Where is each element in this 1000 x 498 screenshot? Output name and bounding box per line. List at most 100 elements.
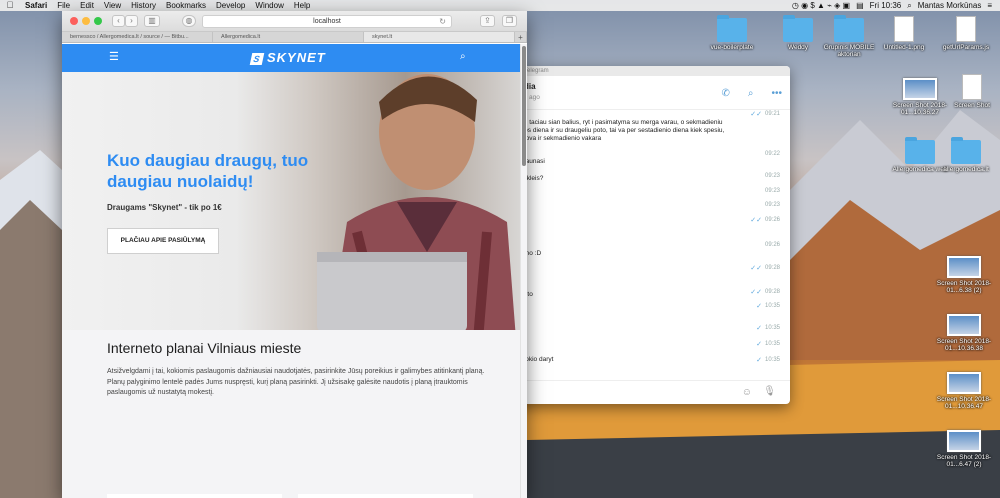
message-time: ✓ 10:35 xyxy=(756,341,780,348)
zoom-button[interactable] xyxy=(94,17,102,25)
message-text: ono :D xyxy=(522,250,542,257)
more-icon[interactable]: ••• xyxy=(771,88,782,99)
image-file-icon xyxy=(894,16,914,42)
hamburger-menu-icon[interactable]: ☰ xyxy=(109,52,119,63)
sidebar-toggle-icon[interactable]: ▥ xyxy=(144,15,160,27)
desktop-screenshot-3[interactable]: Screen Shot 2018-01...6.38 (2) xyxy=(932,256,996,294)
skynet-logo[interactable]: S SKYNET xyxy=(249,50,326,65)
message-text: u to xyxy=(522,291,533,298)
read-check-icon: ✓✓ xyxy=(750,265,762,272)
message-time: 09:23 xyxy=(764,173,780,179)
menu-bookmarks[interactable]: Bookmarks xyxy=(161,0,211,11)
chat-header: dia s ago ✆ ⌕ ••• xyxy=(510,76,790,110)
tabs-overview-icon[interactable]: ❐ xyxy=(502,15,517,27)
message-time: ✓ 10:35 xyxy=(756,303,780,310)
desktop-file-untitled[interactable]: Untitled-1.png xyxy=(872,16,936,51)
menu-help[interactable]: Help xyxy=(289,0,315,11)
new-tab-button[interactable]: + xyxy=(515,32,527,42)
menu-edit[interactable]: Edit xyxy=(75,0,99,11)
user-name[interactable]: Mantas Morkūnas xyxy=(918,0,982,11)
telegram-window: Telegram dia s ago ✆ ⌕ ••• ✓✓ 09:21 e, ta… xyxy=(510,66,790,404)
address-bar[interactable]: localhost ↻ xyxy=(202,15,452,28)
scrollbar-thumb[interactable] xyxy=(522,46,526,166)
message-time: 09:23 xyxy=(764,188,780,194)
message-text: itokio daryt xyxy=(522,356,554,363)
minimize-button[interactable] xyxy=(82,17,90,25)
desktop-screenshot-6[interactable]: Screen Shot 2018-01...6.47 (2) xyxy=(932,430,996,468)
screenshot-thumbnail-icon xyxy=(947,256,981,278)
menu-history[interactable]: History xyxy=(126,0,161,11)
telegram-title: Telegram xyxy=(510,66,790,76)
menu-window[interactable]: Window xyxy=(250,0,288,11)
emoji-icon[interactable]: ☺ xyxy=(742,387,752,398)
tab-bitbucket[interactable]: bernessco / Allergomedica.lt / source / … xyxy=(62,32,213,42)
safari-window: ‹ › ▥ ◍ localhost ↻ ⇪ ❐ bernessco / Alle… xyxy=(62,11,527,498)
list-icon[interactable]: ≡ xyxy=(987,0,992,11)
read-check-icon: ✓ xyxy=(756,357,762,364)
screenshot-thumbnail-icon xyxy=(962,74,982,100)
phone-icon[interactable]: ✆ xyxy=(721,88,729,99)
message-time: ✓✓ 09:28 xyxy=(750,289,780,296)
more-about-offer-button[interactable]: PLAČIAU APIE PASIŪLYMĄ xyxy=(107,228,219,254)
message-time: ✓✓ 09:21 xyxy=(750,111,780,118)
folder-icon xyxy=(834,15,864,42)
message-time: ✓✓ 09:28 xyxy=(750,265,780,272)
menu-view[interactable]: View xyxy=(99,0,126,11)
message-text: e, taciau sian balius, ryt i pasimatyma … xyxy=(522,119,725,142)
screenshot-thumbnail-icon xyxy=(947,372,981,394)
menu-bar:  Safari File Edit View History Bookmark… xyxy=(0,0,1000,11)
plan-card[interactable] xyxy=(298,494,473,498)
plan-card[interactable] xyxy=(107,494,282,498)
js-file-icon xyxy=(956,16,976,42)
folder-icon xyxy=(905,137,935,164)
tab-bar: bernessco / Allergomedica.lt / source / … xyxy=(62,32,527,43)
screenshot-thumbnail-icon xyxy=(947,314,981,336)
reload-icon[interactable]: ↻ xyxy=(439,16,446,28)
hero-banner: Kuo daugiau draugų, tuo daugiau nuolaidų… xyxy=(62,72,520,330)
page-scrollbar[interactable] xyxy=(520,44,527,498)
read-check-icon: ✓✓ xyxy=(750,289,762,296)
message-time: 09:22 xyxy=(764,151,780,157)
menu-file[interactable]: File xyxy=(52,0,75,11)
tab-skynet[interactable]: skynet.lt xyxy=(364,32,515,42)
search-icon[interactable]: ⌕ xyxy=(748,88,754,99)
read-check-icon: ✓ xyxy=(756,325,762,332)
message-composer[interactable]: ☺ 🎙 xyxy=(510,380,790,404)
desktop-screenshot-4[interactable]: Screen Shot 2018-01...10.36.38 xyxy=(932,314,996,352)
status-icons[interactable]: ◷ ◉ $ ▲ ⌁ ◈ ▣ xyxy=(792,0,850,11)
search-icon[interactable]: ⌕ xyxy=(907,0,911,11)
desktop-screenshot-5[interactable]: Screen Shot 2018-01...10.36.47 xyxy=(932,372,996,410)
window-controls xyxy=(70,17,102,25)
safari-toolbar: ‹ › ▥ ◍ localhost ↻ ⇪ ❐ xyxy=(62,11,527,32)
hero-photo-person xyxy=(317,74,516,330)
desktop-screenshot-2[interactable]: Screen Shot xyxy=(940,74,1000,109)
skynet-logo-mark-icon: S xyxy=(249,53,265,65)
forward-button[interactable]: › xyxy=(125,15,138,27)
extension-icon[interactable]: ◍ xyxy=(182,15,196,27)
desktop-file-geturlparams[interactable]: getUrlParams.js xyxy=(934,16,998,51)
message-time: ✓ 10:35 xyxy=(756,325,780,332)
clock[interactable]: Fri 10:36 xyxy=(870,0,902,11)
hero-title: Kuo daugiau draugų, tuo daugiau nuolaidų… xyxy=(107,151,309,191)
us-flag-icon[interactable]: ▤ xyxy=(856,0,864,11)
menu-app[interactable]: Safari xyxy=(20,0,52,11)
close-button[interactable] xyxy=(70,17,78,25)
message-time: ✓ 10:35 xyxy=(756,357,780,364)
tab-allergomedica[interactable]: Allergomedica.lt xyxy=(213,32,364,42)
desktop-folder-vue-boilerplate[interactable]: vue-boilerplate xyxy=(700,15,764,51)
hero-subtitle: Draugams "Skynet" - tik po 1€ xyxy=(107,203,222,212)
apple-menu-icon[interactable]:  xyxy=(0,0,20,11)
search-icon[interactable]: ⌕ xyxy=(460,51,466,62)
menu-develop[interactable]: Develop xyxy=(211,0,250,11)
desktop-folder-allergomedica[interactable]: allergomedica.lt xyxy=(934,137,998,173)
read-check-icon: ✓✓ xyxy=(750,111,762,118)
screenshot-thumbnail-icon xyxy=(947,430,981,452)
folder-icon xyxy=(783,15,813,42)
share-icon[interactable]: ⇪ xyxy=(480,15,495,27)
message-time: 09:23 xyxy=(764,202,780,208)
back-button[interactable]: ‹ xyxy=(112,15,125,27)
microphone-icon[interactable]: 🎙 xyxy=(763,386,776,397)
folder-icon xyxy=(951,137,981,164)
read-check-icon: ✓ xyxy=(756,303,762,310)
read-check-icon: ✓✓ xyxy=(750,217,762,224)
